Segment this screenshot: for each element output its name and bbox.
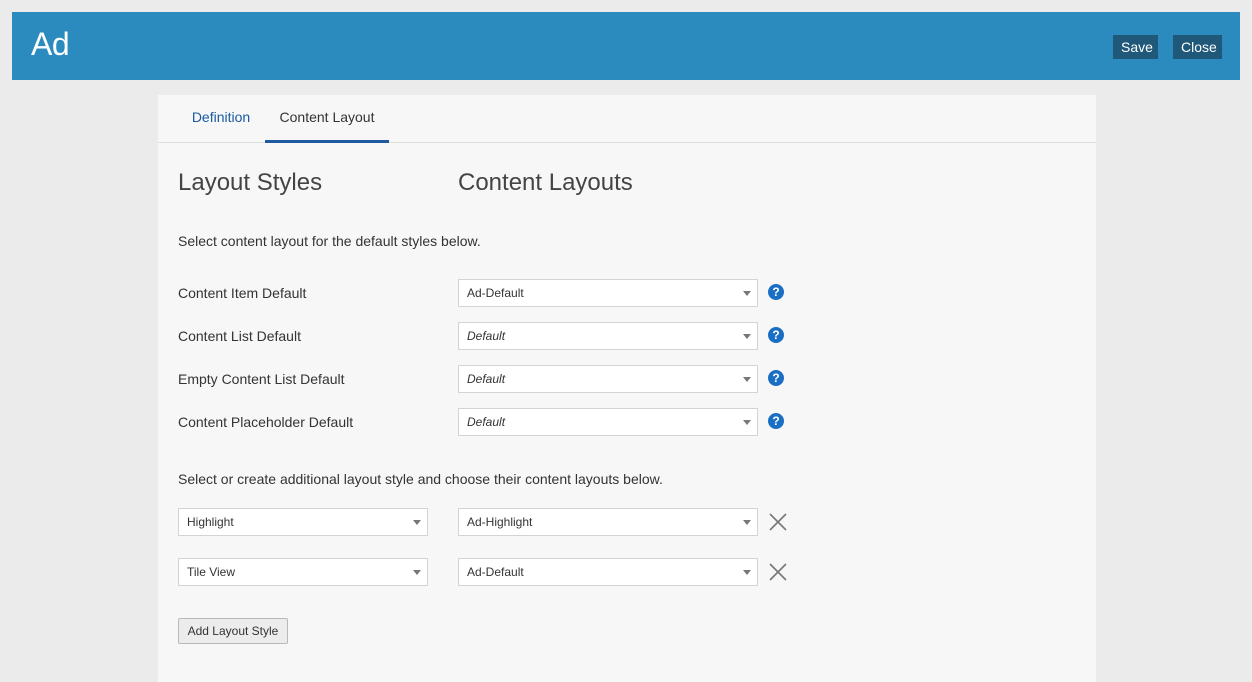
chevron-down-icon bbox=[743, 570, 751, 575]
chevron-down-icon bbox=[743, 334, 751, 339]
content-list-default-label: Content List Default bbox=[178, 328, 301, 344]
page-title: Ad bbox=[31, 26, 70, 62]
content-placeholder-default-label: Content Placeholder Default bbox=[178, 414, 354, 430]
content-item-default-select[interactable]: Ad-Default bbox=[458, 279, 758, 307]
select-value: Tile View bbox=[187, 565, 236, 579]
content-layout-select-tile-view[interactable]: Ad-Default bbox=[458, 558, 758, 586]
chevron-down-icon bbox=[413, 520, 421, 525]
save-button[interactable]: Save bbox=[1113, 35, 1158, 59]
close-icon[interactable] bbox=[769, 563, 787, 581]
content-item-default-label: Content Item Default bbox=[178, 285, 307, 301]
content-placeholder-default-select[interactable]: Default bbox=[458, 408, 758, 436]
empty-content-list-default-select[interactable]: Default bbox=[458, 365, 758, 393]
close-icon[interactable] bbox=[769, 513, 787, 531]
app-header: Ad Save Close bbox=[12, 12, 1240, 80]
select-value: Ad-Default bbox=[467, 565, 524, 579]
content-layout-select-highlight[interactable]: Ad-Highlight bbox=[458, 508, 758, 536]
layout-style-select-tile-view[interactable]: Tile View bbox=[178, 558, 428, 586]
tab-content-layout[interactable]: Content Layout bbox=[265, 95, 389, 143]
layout-styles-heading: Layout Styles bbox=[178, 169, 323, 196]
question-circle-icon[interactable]: ? bbox=[768, 413, 784, 429]
tab-definition[interactable]: Definition bbox=[178, 95, 264, 143]
content-panel: Definition Content Layout Layout Styles … bbox=[158, 95, 1096, 682]
select-value: Default bbox=[467, 415, 506, 429]
question-circle-icon[interactable]: ? bbox=[768, 370, 784, 386]
select-value: Default bbox=[467, 329, 506, 343]
close-button[interactable]: Close bbox=[1173, 35, 1222, 59]
additional-styles-note: Select or create additional layout style… bbox=[178, 471, 663, 487]
select-value: Highlight bbox=[187, 515, 234, 529]
add-layout-style-button[interactable]: Add Layout Style bbox=[178, 618, 288, 644]
question-circle-icon[interactable]: ? bbox=[768, 327, 784, 343]
tab-bar: Definition Content Layout bbox=[158, 95, 1096, 143]
empty-content-list-default-label: Empty Content List Default bbox=[178, 371, 345, 387]
select-value: Ad-Highlight bbox=[467, 515, 533, 529]
content-layouts-heading: Content Layouts bbox=[458, 169, 633, 196]
chevron-down-icon bbox=[743, 291, 751, 296]
select-value: Ad-Default bbox=[467, 286, 524, 300]
layout-style-select-highlight[interactable]: Highlight bbox=[178, 508, 428, 536]
select-value: Default bbox=[467, 372, 506, 386]
content-list-default-select[interactable]: Default bbox=[458, 322, 758, 350]
default-styles-note: Select content layout for the default st… bbox=[178, 233, 481, 249]
question-circle-icon[interactable]: ? bbox=[768, 284, 784, 300]
chevron-down-icon bbox=[743, 420, 751, 425]
chevron-down-icon bbox=[743, 377, 751, 382]
chevron-down-icon bbox=[743, 520, 751, 525]
chevron-down-icon bbox=[413, 570, 421, 575]
